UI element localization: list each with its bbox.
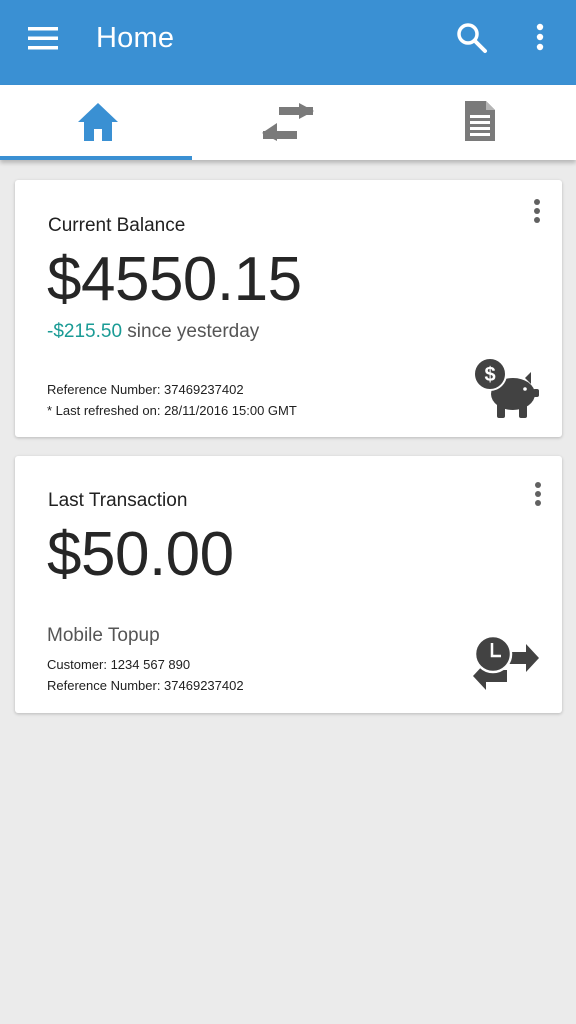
more-vert-icon	[535, 482, 541, 506]
document-icon	[465, 101, 495, 141]
transaction-label: Last Transaction	[48, 490, 188, 511]
transaction-reference-number: Reference Number: 37469237402	[47, 678, 244, 693]
piggy-bank-dollar-icon: $	[473, 357, 539, 418]
balance-change-amount: -$215.50	[47, 321, 123, 342]
tab-home[interactable]	[0, 85, 192, 160]
more-vert-icon	[534, 199, 540, 223]
last-transaction-card: Last Transaction $50.00 Mobile Topup Cus…	[15, 456, 562, 713]
tab-selected-indicator	[0, 156, 192, 160]
balance-reference-number: Reference Number: 37469237402	[47, 382, 244, 397]
balance-card-menu-button[interactable]	[525, 196, 549, 232]
search-button[interactable]	[454, 20, 490, 56]
balance-last-refreshed: * Last refreshed on: 28/11/2016 15:00 GM…	[47, 403, 297, 418]
balance-card: Current Balance $4550.15 -$215.50 since …	[15, 180, 562, 437]
hamburger-menu-icon	[28, 27, 58, 50]
swap-arrows-icon	[262, 103, 314, 141]
balance-change-text: since yesterday	[122, 321, 260, 342]
page-title: Home	[96, 22, 175, 54]
balance-amount: $4550.15	[47, 245, 302, 314]
transaction-card-menu-button[interactable]	[526, 479, 550, 515]
balance-label: Current Balance	[48, 215, 186, 236]
svg-text:$: $	[484, 364, 495, 386]
transaction-history-icon	[473, 634, 539, 690]
search-icon	[457, 23, 487, 53]
home-icon	[78, 103, 118, 141]
menu-button[interactable]	[26, 24, 62, 54]
overflow-menu-button[interactable]	[528, 20, 552, 56]
app-bar: Home	[0, 0, 576, 85]
tab-transfers[interactable]	[192, 85, 384, 160]
more-vert-icon	[536, 23, 544, 51]
balance-change: -$215.50 since yesterday	[47, 321, 259, 343]
tab-statements[interactable]	[384, 85, 576, 160]
transaction-type: Mobile Topup	[47, 625, 160, 646]
tab-bar	[0, 85, 576, 160]
transaction-amount: $50.00	[47, 520, 234, 589]
transaction-customer: Customer: 1234 567 890	[47, 657, 191, 672]
